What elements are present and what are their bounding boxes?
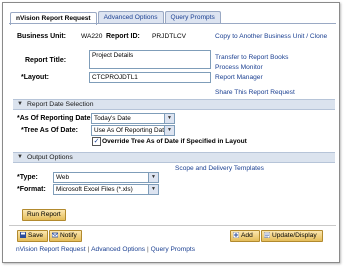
copy-clone-link[interactable]: Copy to Another Business Unit / Clone xyxy=(215,33,327,40)
add-button[interactable]: Add xyxy=(230,230,260,242)
run-report-button[interactable]: Run Report xyxy=(22,209,66,221)
save-button[interactable]: Save xyxy=(17,230,49,242)
tree-as-of-label: *Tree As Of Date: xyxy=(21,127,78,134)
chevron-down-icon: ▼ xyxy=(148,185,158,194)
collapse-triangle-icon[interactable]: ▼ xyxy=(17,100,23,109)
footer-link-advanced-options[interactable]: Advanced Options xyxy=(91,246,145,253)
report-manager-link[interactable]: Report Manager xyxy=(215,74,263,81)
footer-link-query-prompts[interactable]: Query Prompts xyxy=(151,246,195,253)
report-id-value: PRJDTLCV xyxy=(152,33,187,40)
tab-divider xyxy=(9,23,336,24)
notify-icon xyxy=(52,232,58,238)
add-label: Add xyxy=(241,232,253,239)
tree-as-of-select[interactable]: Use As Of Reporting Date ▼ xyxy=(91,125,175,136)
business-unit-label: Business Unit: xyxy=(17,33,67,40)
type-select[interactable]: Web ▼ xyxy=(53,172,159,183)
footer-links: nVision Report Request | Advanced Option… xyxy=(16,246,195,253)
type-label: *Type: xyxy=(17,174,38,181)
as-of-date-selected: Today's Date xyxy=(94,115,131,122)
update-display-icon xyxy=(264,232,270,238)
chevron-down-icon: ▼ xyxy=(164,114,174,123)
report-title-input[interactable]: Project Details xyxy=(89,50,211,69)
output-options-section-header[interactable]: ▼ Output Options xyxy=(13,152,335,163)
collapse-triangle-icon[interactable]: ▼ xyxy=(17,153,23,162)
type-selected: Web xyxy=(56,174,70,181)
add-icon xyxy=(233,232,239,238)
transfer-to-report-books-link[interactable]: Transfer to Report Books xyxy=(215,54,288,61)
toolbar-divider xyxy=(9,225,336,226)
footer-separator: | xyxy=(87,246,90,253)
process-monitor-link[interactable]: Process Monitor xyxy=(215,64,263,71)
report-date-section-title: Report Date Selection xyxy=(27,101,94,108)
update-display-label: Update/Display xyxy=(272,232,317,239)
chevron-down-icon: ▼ xyxy=(148,173,158,182)
save-icon xyxy=(20,232,26,238)
layout-input[interactable]: CTCPROJDTL1 xyxy=(89,72,211,83)
chevron-down-icon: ▼ xyxy=(164,126,174,135)
report-id-label: Report ID: xyxy=(106,33,140,40)
format-selected: Microsoft Excel Files (*.xls) xyxy=(56,186,133,193)
report-date-section-header[interactable]: ▼ Report Date Selection xyxy=(13,99,335,110)
override-tree-label: Override Tree As of Date if Specified in… xyxy=(102,138,247,145)
report-title-label: Report Title: xyxy=(25,57,67,64)
scope-delivery-templates-link[interactable]: Scope and Delivery Templates xyxy=(175,165,264,172)
notify-label: Notify xyxy=(60,232,77,239)
as-of-date-select[interactable]: Today's Date ▼ xyxy=(91,113,175,124)
tree-as-of-selected: Use As Of Reporting Date xyxy=(94,127,168,134)
notify-button[interactable]: Notify xyxy=(49,230,82,242)
format-label: *Format: xyxy=(17,186,46,193)
as-of-date-label: *As Of Reporting Date: xyxy=(17,115,93,122)
update-display-button[interactable]: Update/Display xyxy=(261,230,323,242)
share-report-request-link[interactable]: Share This Report Request xyxy=(215,89,295,96)
override-tree-checkbox[interactable]: ✓ xyxy=(92,137,101,146)
save-label: Save xyxy=(28,232,44,239)
layout-label: *Layout: xyxy=(21,74,49,81)
format-select[interactable]: Microsoft Excel Files (*.xls) ▼ xyxy=(53,184,159,195)
footer-link-nvision-report-request[interactable]: nVision Report Request xyxy=(16,246,86,253)
page-frame: nVision Report Request Advanced Options … xyxy=(2,2,340,263)
output-options-section-title: Output Options xyxy=(27,154,73,161)
footer-separator: | xyxy=(147,246,149,253)
tab-bar: nVision Report Request Advanced Options … xyxy=(10,11,222,25)
business-unit-value: WA220 xyxy=(81,33,103,40)
